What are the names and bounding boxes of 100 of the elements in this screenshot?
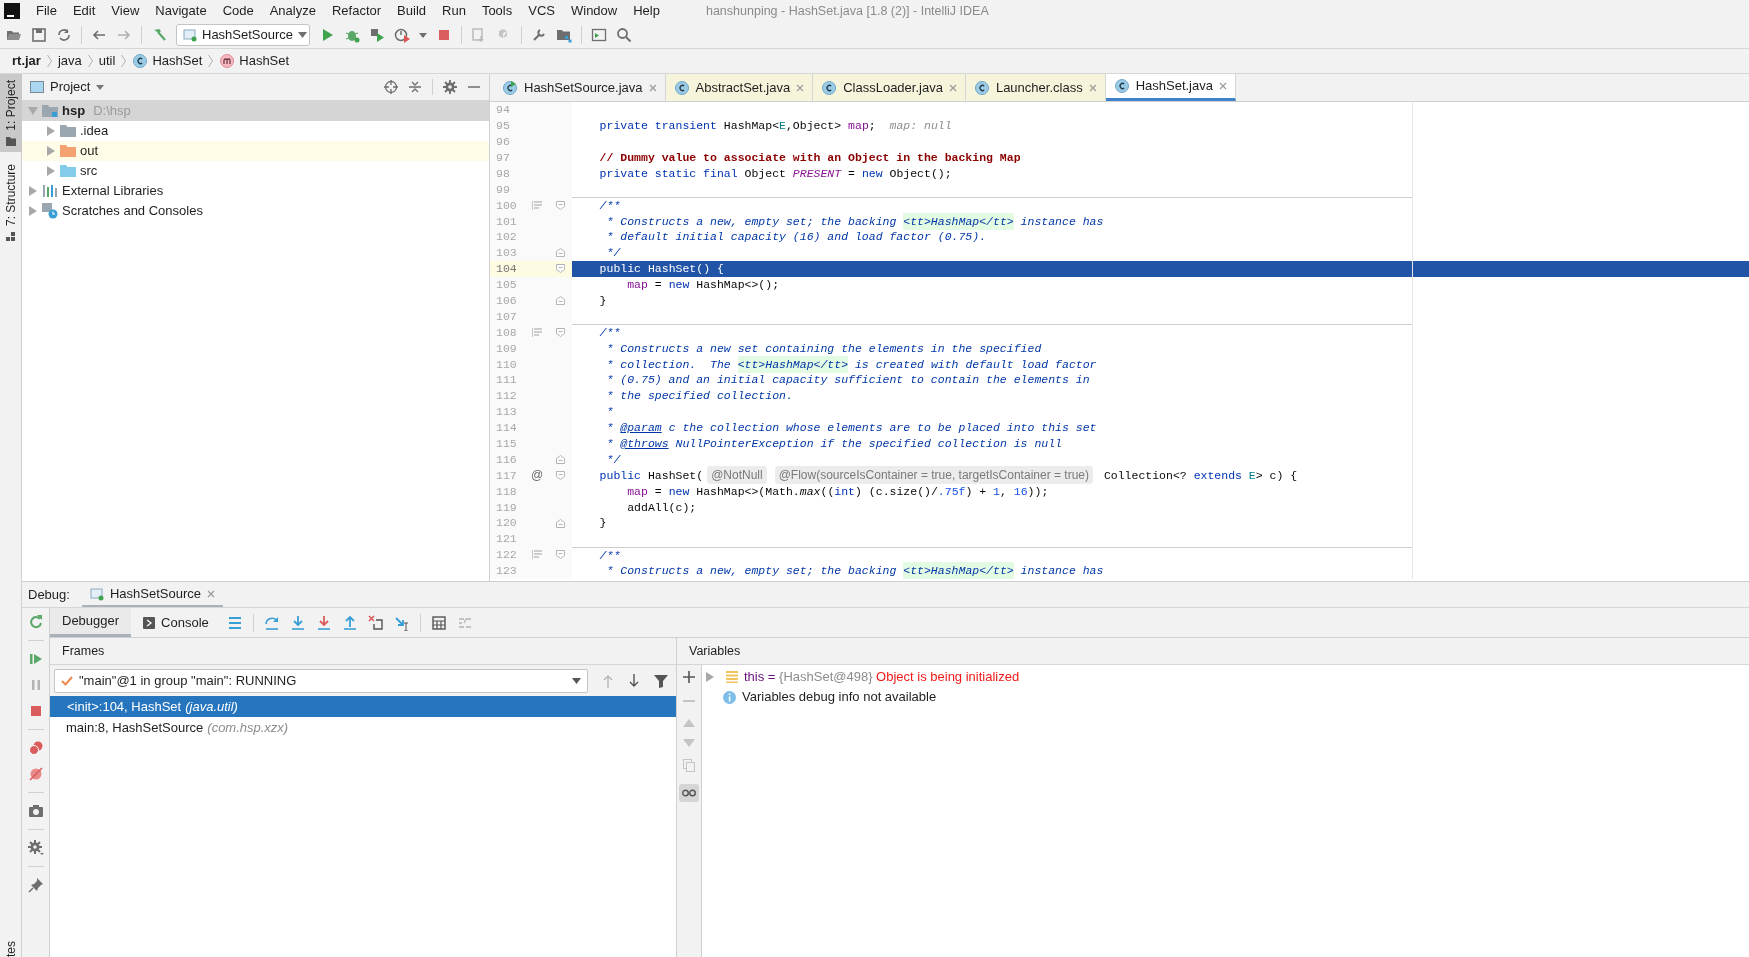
- menu-item[interactable]: Edit: [70, 1, 98, 21]
- menu-item[interactable]: Window: [568, 1, 620, 21]
- collapse-icon[interactable]: [408, 80, 422, 94]
- menu-item[interactable]: Code: [220, 1, 256, 21]
- collapsed-arrow-icon[interactable]: [706, 672, 714, 682]
- breadcrumb-item[interactable]: util: [98, 51, 116, 71]
- close-icon[interactable]: [796, 83, 805, 92]
- rerun-icon[interactable]: [27, 614, 44, 630]
- editor-tab[interactable]: ClassLoader.java: [813, 74, 966, 101]
- tree-row[interactable]: src: [22, 161, 489, 181]
- menu-item[interactable]: File: [34, 1, 59, 21]
- crosshair-icon[interactable]: [384, 80, 398, 94]
- close-icon[interactable]: [648, 83, 657, 92]
- close-icon[interactable]: [948, 83, 957, 92]
- fold-icon[interactable]: [555, 470, 565, 480]
- fold-icon[interactable]: [555, 200, 565, 210]
- breadcrumb-item[interactable]: HashSet: [152, 51, 203, 71]
- close-icon[interactable]: [1088, 83, 1097, 92]
- breadcrumb-item[interactable]: java: [57, 51, 82, 71]
- fold-icon[interactable]: [555, 327, 565, 337]
- variable-row[interactable]: this = {HashSet@498} Object is being initialized: [702, 667, 1749, 687]
- debugger-tab[interactable]: Console: [131, 608, 221, 637]
- doc-toggle-icon[interactable]: [532, 200, 542, 210]
- watches-toggle[interactable]: [679, 784, 699, 802]
- line-number: 117: [495, 467, 518, 484]
- frames-list-icon[interactable]: [226, 614, 243, 631]
- step-over-icon[interactable]: [263, 614, 280, 631]
- coverage-icon[interactable]: [369, 27, 385, 43]
- stack-frame[interactable]: main:8, HashSetSource (com.hsp.xzx): [50, 717, 676, 738]
- menu-item[interactable]: VCS: [526, 1, 557, 21]
- menu-item[interactable]: Navigate: [153, 1, 209, 21]
- debugger-tab[interactable]: Debugger: [50, 608, 132, 637]
- doc-toggle-icon[interactable]: [532, 550, 542, 560]
- menu-item[interactable]: Build: [395, 1, 428, 21]
- mute-breakpoints-icon[interactable]: [27, 766, 44, 782]
- panel-title-dropdown[interactable]: Project: [50, 77, 105, 97]
- search-icon[interactable]: [616, 27, 632, 43]
- settings-icon[interactable]: [27, 840, 44, 856]
- tool-window-tab[interactable]: 7: Structure: [0, 157, 22, 248]
- editor-tab[interactable]: HashSet.java: [1105, 74, 1236, 101]
- gutter-marker[interactable]: @: [530, 466, 544, 485]
- chevron-icon: [87, 54, 93, 68]
- stop-icon[interactable]: [436, 27, 452, 43]
- menu-item[interactable]: Run: [440, 1, 468, 21]
- code-line: }: [598, 515, 607, 532]
- tool-window-tab[interactable]: 1: Project: [0, 74, 22, 152]
- stack-frame[interactable]: <init>:104, HashSet (java.util): [50, 696, 676, 717]
- close-icon[interactable]: [1218, 82, 1227, 90]
- expanded-arrow-icon[interactable]: [28, 107, 38, 115]
- force-step-into-icon[interactable]: [315, 614, 332, 631]
- tree-row[interactable]: out: [22, 141, 489, 161]
- add-icon[interactable]: [683, 671, 695, 683]
- breakpoints-icon[interactable]: [27, 740, 44, 756]
- down-triangle-icon[interactable]: [683, 739, 695, 747]
- unfold-icon[interactable]: [555, 248, 565, 258]
- menu-item[interactable]: Tools: [479, 1, 515, 21]
- editor-tab[interactable]: HashSetSource.java: [494, 74, 666, 101]
- close-icon[interactable]: [207, 589, 215, 598]
- up-arrow-icon[interactable]: [602, 673, 614, 688]
- tree-row[interactable]: External Libraries: [22, 181, 489, 201]
- caret-icon[interactable]: [419, 32, 427, 38]
- down-arrow-icon[interactable]: [628, 673, 640, 688]
- terminal-icon[interactable]: [591, 27, 607, 43]
- tree-row[interactable]: Scratches and Consoles: [22, 201, 489, 221]
- menu-item[interactable]: Analyze: [267, 1, 318, 21]
- drop-frame-icon[interactable]: [367, 614, 384, 631]
- menu-item[interactable]: Help: [631, 1, 662, 21]
- sync-icon[interactable]: [56, 27, 72, 43]
- menu-item[interactable]: Refactor: [329, 1, 384, 21]
- calculator-icon[interactable]: [430, 614, 447, 631]
- step-out-icon[interactable]: [341, 614, 358, 631]
- up-triangle-icon[interactable]: [683, 719, 695, 727]
- step-into-icon[interactable]: [289, 614, 306, 631]
- fold-icon[interactable]: [555, 264, 565, 274]
- filter-icon[interactable]: [654, 673, 668, 688]
- run-config-dropdown[interactable]: HashSetSource: [176, 24, 310, 46]
- profiler-icon[interactable]: [394, 27, 410, 43]
- settings-icon[interactable]: [443, 80, 457, 94]
- editor-tab[interactable]: AbstractSet.java: [665, 74, 814, 101]
- tree-row[interactable]: .idea: [22, 121, 489, 141]
- unfold-icon[interactable]: [555, 296, 565, 306]
- breadcrumb-item[interactable]: rt.jar: [12, 51, 41, 71]
- unfold-icon[interactable]: [555, 518, 565, 528]
- breadcrumb-item[interactable]: HashSet: [239, 51, 290, 71]
- thread-dropdown[interactable]: "main"@1 in group "main": RUNNING: [54, 668, 588, 693]
- resume-icon[interactable]: [27, 651, 44, 667]
- tree-row[interactable]: hsp D:\hsp: [22, 101, 489, 121]
- project-structure-icon[interactable]: [556, 27, 572, 43]
- copy-icon[interactable]: [683, 759, 695, 772]
- save-icon[interactable]: [31, 27, 47, 43]
- camera-icon[interactable]: [27, 803, 44, 819]
- fold-icon[interactable]: [555, 550, 565, 560]
- menu-item[interactable]: View: [109, 1, 142, 21]
- editor-tab[interactable]: Launcher.class: [965, 74, 1106, 101]
- pin-icon[interactable]: [27, 877, 44, 893]
- tool-window-tab[interactable]: tes: [1, 941, 20, 957]
- unfold-icon[interactable]: [555, 455, 565, 465]
- wrench-icon[interactable]: [531, 27, 547, 43]
- doc-toggle-icon[interactable]: [532, 327, 542, 337]
- run-to-cursor-icon[interactable]: [393, 614, 410, 631]
